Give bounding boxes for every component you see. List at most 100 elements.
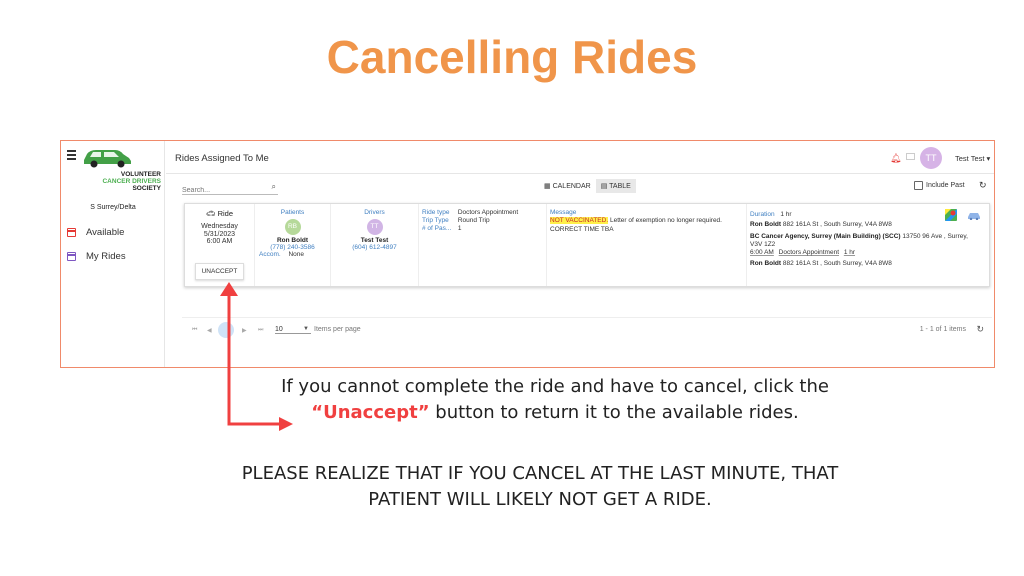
- pickup-address: 882 161A St , South Surrey, V4A 8W8: [781, 221, 892, 228]
- calendar-view-label: CALENDAR: [552, 183, 591, 190]
- message-rest: Letter of exemption no longer required.: [608, 217, 722, 224]
- logo-line2: CANCER DRIVERS: [102, 178, 161, 185]
- user-menu[interactable]: Test Test ▾: [955, 154, 990, 163]
- mail-icon[interactable]: [906, 153, 915, 160]
- instruction-line1: If you cannot complete the ride and have…: [281, 376, 829, 397]
- patient-name: Ron Boldt: [276, 237, 309, 244]
- destination-address: 13750 96 Ave , Surrey,: [900, 233, 968, 240]
- destination-row: BC Cancer Agency, Surrey (Main Building)…: [750, 233, 989, 241]
- message-header: Message: [550, 209, 577, 216]
- drivers-header: Drivers: [364, 209, 385, 216]
- passengers-key: # of Pas...: [422, 225, 452, 232]
- sidebar-item-label: Available: [86, 227, 125, 238]
- route-column: Duration 1 hr Ron Boldt 882 161A St , So…: [747, 204, 989, 286]
- view-toggle: ▦ CALENDAR ▤ TABLE: [539, 179, 636, 193]
- table-view-label: TABLE: [609, 183, 631, 190]
- duration-value: 1 hr: [780, 211, 792, 218]
- patient-phone[interactable]: (778) 240-3586: [255, 244, 330, 251]
- appointment-row: 6:00 AM Doctors Appointment 1 hr: [750, 249, 989, 257]
- duration-label: Duration: [750, 211, 775, 218]
- warning-line2: PATIENT WILL LIKELY NOT GET A RIDE.: [368, 489, 712, 510]
- message-highlight: NOT VACCINATED.: [550, 217, 609, 224]
- ride-card: 🚗︎ Ride Wednesday 5/31/2023 6:00 AM UNAC…: [184, 203, 990, 287]
- sidebar: VOLUNTEER CANCER DRIVERS SOCIETY S Surre…: [61, 141, 165, 367]
- ride-type-row: Ride type Doctors Appointment: [422, 209, 546, 217]
- accommodations: Accom. None: [255, 251, 330, 258]
- table-view-button[interactable]: ▤ TABLE: [595, 179, 636, 193]
- pickup-name: Ron Boldt: [750, 221, 782, 228]
- region-label: S Surrey/Delta: [90, 204, 136, 211]
- logo-line1: VOLUNTEER: [120, 171, 161, 178]
- search-icon[interactable]: ⌕: [272, 182, 276, 192]
- instruction-line2-rest: button to return it to the available rid…: [429, 402, 799, 423]
- car-icon: 🚗︎: [205, 209, 216, 218]
- message-text: NOT VACCINATED. Letter of exemption no l…: [550, 216, 746, 225]
- search-box: ⌕: [182, 179, 278, 195]
- items-per-page-label: Items per page: [314, 326, 361, 333]
- ride-type-key: Ride type: [422, 209, 450, 216]
- ride-time: 6:00 AM: [206, 238, 233, 245]
- first-page-icon[interactable]: ⏮: [192, 327, 197, 334]
- driver-name: Test Test: [360, 237, 389, 244]
- slide-title: Cancelling Rides: [326, 31, 698, 83]
- message-column: Message NOT VACCINATED. Letter of exempt…: [547, 204, 747, 286]
- ride-header: 🚗︎ Ride: [185, 209, 254, 218]
- logo-line3: SOCIETY: [132, 185, 161, 192]
- instruction-line2: “Unaccept” button to return it to the av…: [240, 400, 870, 426]
- calendar-view-button[interactable]: ▦ CALENDAR: [539, 179, 596, 193]
- include-past-checkbox[interactable]: [914, 181, 923, 190]
- refresh-icon[interactable]: ↻: [979, 180, 987, 191]
- sidebar-item-my-rides[interactable]: My Rides: [67, 251, 126, 262]
- message-line2: CORRECT TIME TBA: [550, 226, 614, 233]
- passengers-value: 1: [457, 225, 462, 232]
- unaccept-callout: “Unaccept”: [311, 402, 430, 423]
- logo-text: VOLUNTEER CANCER DRIVERS SOCIETY: [71, 171, 161, 192]
- unaccept-button[interactable]: UNACCEPT: [194, 262, 245, 280]
- driver-avatar: TT: [366, 219, 383, 235]
- pagination: ⏮ ◀ ▶ ⏭ 10 ▼ Items per page 1 - 1 of 1 i…: [182, 317, 992, 343]
- destination-name: BC Cancer Agency, Surrey (Main Building)…: [750, 233, 901, 240]
- patients-header: Patients: [280, 209, 305, 216]
- accom-value: None: [288, 251, 305, 258]
- ride-header-label: Ride: [217, 209, 234, 218]
- search-input[interactable]: [182, 184, 262, 194]
- appointment-time: 6:00 AM: [750, 249, 774, 256]
- prev-page-icon[interactable]: ◀: [207, 327, 212, 334]
- sidebar-item-available[interactable]: Available: [67, 227, 124, 238]
- appointment-duration: 1 hr: [843, 249, 856, 256]
- trip-type-key: Trip Type: [422, 217, 449, 224]
- ride-details-column: Ride type Doctors Appointment Trip Type …: [419, 204, 547, 286]
- trip-type-row: Trip Type Round Trip: [422, 217, 546, 225]
- warning-text: PLEASE REALIZE THAT IF YOU CANCEL AT THE…: [180, 461, 900, 513]
- page-title: Rides Assigned To Me: [175, 153, 269, 164]
- bell-icon[interactable]: 🔔︎: [890, 153, 901, 164]
- instruction-text: If you cannot complete the ride and have…: [240, 374, 870, 426]
- vehicle-icon[interactable]: [967, 211, 981, 220]
- drivers-column: Drivers TT Test Test (604) 612-4897: [331, 204, 419, 286]
- refresh-icon[interactable]: ↻: [976, 324, 984, 335]
- ride-type-value: Doctors Appointment: [457, 209, 519, 216]
- ride-column: 🚗︎ Ride Wednesday 5/31/2023 6:00 AM UNAC…: [185, 204, 255, 286]
- calendar-check-icon: [67, 252, 76, 261]
- pickup-row: Ron Boldt 882 161A St , South Surrey, V4…: [750, 221, 989, 229]
- accom-label: Accom.: [259, 251, 281, 258]
- calendar-icon: ▦: [544, 183, 551, 190]
- driver-phone[interactable]: (604) 612-4897: [331, 244, 418, 251]
- passengers-row: # of Pas... 1: [422, 225, 546, 233]
- return-row: Ron Boldt 882 161A St , South Surrey, V4…: [750, 260, 989, 268]
- google-maps-icon[interactable]: [945, 209, 957, 221]
- ride-day: Wednesday: [201, 223, 238, 230]
- return-name: Ron Boldt: [750, 260, 782, 267]
- sidebar-item-label: My Rides: [86, 251, 126, 262]
- return-address: 882 161A St , South Surrey, V4A 8W8: [781, 260, 892, 267]
- trip-type-value: Round Trip: [457, 217, 490, 224]
- warning-line1: PLEASE REALIZE THAT IF YOU CANCEL AT THE…: [241, 463, 839, 484]
- menu-icon[interactable]: [67, 150, 76, 162]
- include-past-toggle[interactable]: Include Past: [914, 181, 965, 190]
- app-screenshot: VOLUNTEER CANCER DRIVERS SOCIETY S Surre…: [60, 140, 995, 368]
- appointment-type: Doctors Appointment: [778, 249, 840, 256]
- top-bar: Rides Assigned To Me 🔔︎ TT Test Test ▾: [166, 141, 994, 174]
- patient-avatar: RB: [284, 219, 301, 235]
- destination-address2: V3V 1Z2: [750, 241, 776, 248]
- user-avatar[interactable]: TT: [920, 147, 942, 169]
